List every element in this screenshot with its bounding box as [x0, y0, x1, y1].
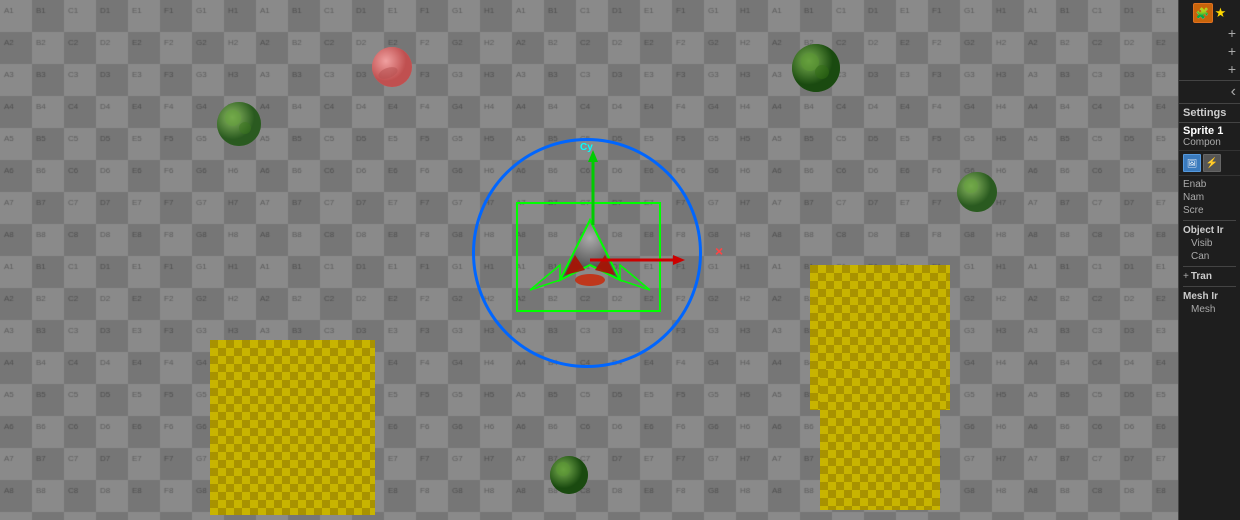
- icon-row-2: +: [1181, 25, 1238, 41]
- properties-list: Enab Nam Scre Object Ir Visib Can + Tran…: [1179, 176, 1240, 520]
- mesh-row: Mesh: [1183, 303, 1236, 316]
- name-row: Nam: [1183, 191, 1236, 204]
- settings-label: Settings: [1183, 107, 1236, 119]
- component-sublabel: Compon: [1183, 137, 1236, 148]
- planet-green-4[interactable]: [548, 454, 590, 496]
- star-icon-1[interactable]: ★: [1215, 5, 1227, 21]
- spaceship-selected[interactable]: × Cy: [520, 200, 660, 320]
- lightning-icon-btn[interactable]: ⚡: [1203, 154, 1221, 172]
- transform-label: Tran: [1191, 271, 1236, 282]
- component-icons-row: 🖼 ⚡: [1179, 151, 1240, 176]
- panel-top-icons: 🧩 ★ + + +: [1179, 0, 1240, 81]
- visible-label: Visib: [1191, 238, 1236, 249]
- can-row: Can: [1183, 250, 1236, 263]
- sprite-title: Sprite 1: [1183, 125, 1236, 137]
- section-divider-2: [1183, 266, 1236, 267]
- name-label: Nam: [1183, 192, 1236, 203]
- planet-green-2[interactable]: [790, 42, 842, 94]
- yellow-tile-1: [210, 340, 375, 515]
- icon-row-3: +: [1181, 43, 1238, 59]
- game-canvas-area[interactable]: × Cy: [0, 0, 1178, 520]
- add-icon-1[interactable]: +: [1228, 25, 1236, 41]
- planet-pink[interactable]: [370, 45, 415, 90]
- enable-label: Enab: [1183, 179, 1236, 190]
- icon-row-4: +: [1181, 61, 1238, 77]
- enable-row: Enab: [1183, 178, 1236, 191]
- object-info-label: Object Ir: [1183, 225, 1236, 236]
- planet-green-3[interactable]: [955, 170, 999, 214]
- section-divider-3: [1183, 286, 1236, 287]
- component-icon-active[interactable]: 🖼: [1183, 154, 1201, 172]
- add-icon-2[interactable]: +: [1228, 43, 1236, 59]
- add-icon-3[interactable]: +: [1228, 61, 1236, 77]
- right-panel: 🧩 ★ + + + ‹ Settings Sprite 1 Compon 🖼 ⚡: [1178, 0, 1240, 520]
- transform-row: + Tran: [1183, 270, 1236, 283]
- settings-section: Settings: [1179, 104, 1240, 123]
- section-divider-1: [1183, 220, 1236, 221]
- mesh-info-row: Mesh Ir: [1183, 290, 1236, 303]
- mesh-info-label: Mesh Ir: [1183, 291, 1236, 302]
- yellow-tile-3: [820, 370, 940, 510]
- object-info-row: Object Ir: [1183, 224, 1236, 237]
- expand-transform[interactable]: +: [1183, 271, 1189, 282]
- screen-label: Scre: [1183, 205, 1236, 216]
- collapse-panel-btn[interactable]: ‹: [1179, 81, 1240, 104]
- screen-row: Scre: [1183, 204, 1236, 217]
- sprite-header: Sprite 1 Compon: [1179, 123, 1240, 151]
- planet-green-1[interactable]: [215, 100, 263, 148]
- puzzle-icon-btn[interactable]: 🧩: [1193, 3, 1213, 23]
- mesh-label: Mesh: [1191, 304, 1236, 315]
- can-label: Can: [1191, 251, 1236, 262]
- visible-row: Visib: [1183, 237, 1236, 250]
- icon-row-1: 🧩 ★: [1193, 3, 1227, 23]
